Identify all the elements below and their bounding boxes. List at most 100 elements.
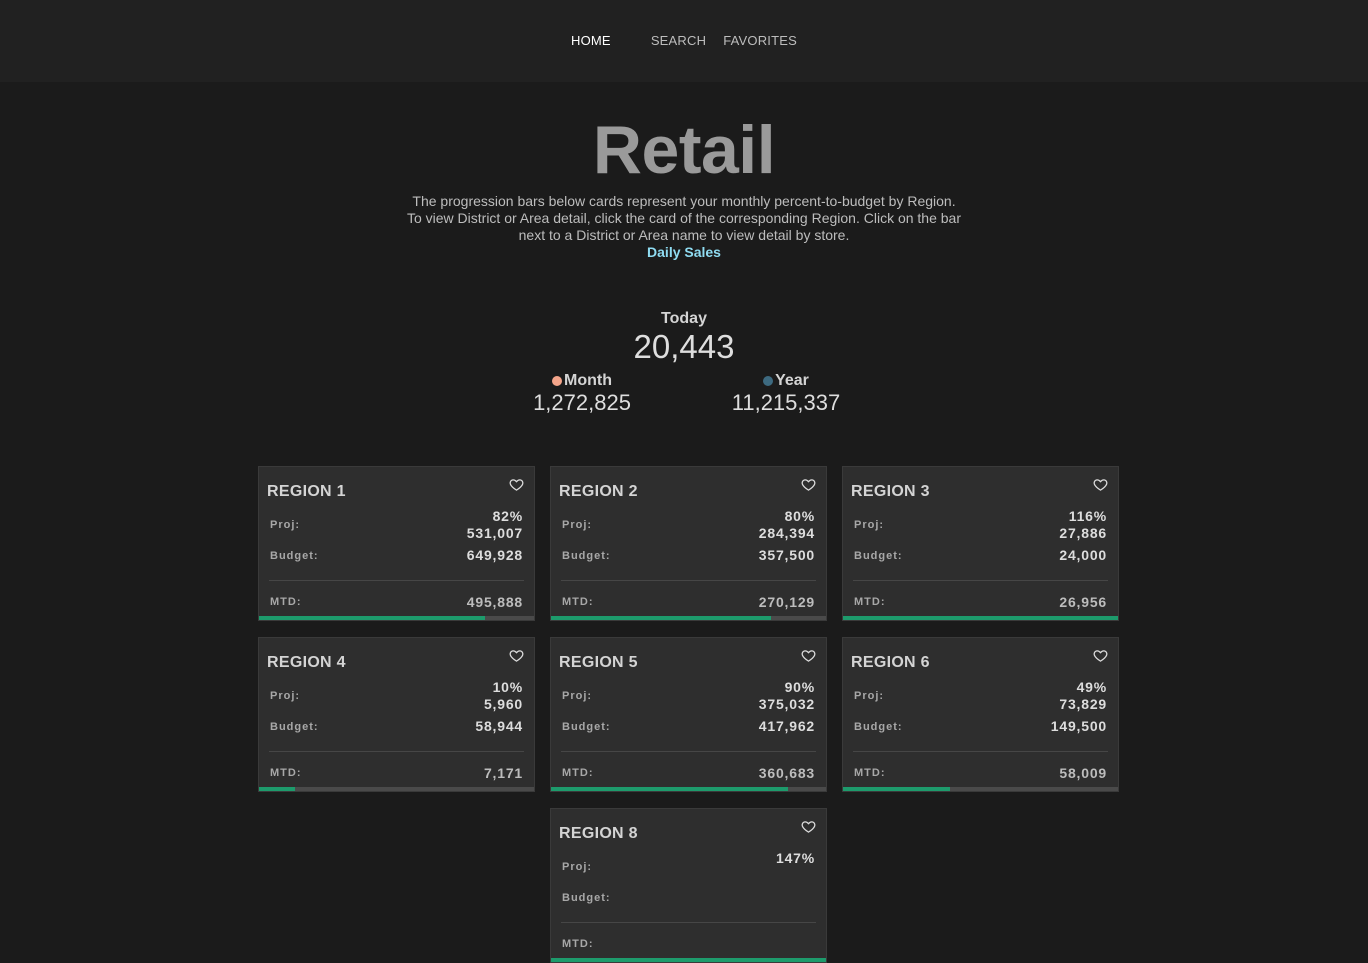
heart-icon[interactable]	[801, 648, 816, 663]
mtd-value: 58,009	[1059, 765, 1107, 781]
progress-bar-fill	[843, 616, 1118, 620]
proj-value: 5,960	[483, 696, 523, 712]
heart-icon[interactable]	[509, 648, 524, 663]
budget-value: 149,500	[1050, 718, 1107, 734]
region-card-5[interactable]: REGION 5 Proj: 90% 375,032 Budget: 417,9…	[550, 637, 827, 792]
region-card-2[interactable]: REGION 2 Proj: 80% 284,394 Budget: 357,5…	[550, 466, 827, 621]
month-value: 1,272,825	[533, 390, 631, 415]
top-navigation: HOME SEARCH FAVORITES	[0, 0, 1368, 82]
mtd-label: MTD:	[562, 938, 594, 950]
proj-value: 375,032	[758, 696, 815, 712]
year-value: 11,215,337	[731, 390, 841, 415]
heart-icon[interactable]	[801, 819, 816, 834]
heart-icon[interactable]	[801, 477, 816, 492]
mtd-label: MTD:	[270, 596, 302, 608]
page-title: Retail	[592, 112, 776, 188]
nav-search-link[interactable]: SEARCH	[651, 33, 706, 48]
mtd-value: 360,683	[758, 765, 815, 781]
proj-label: Proj:	[270, 519, 301, 531]
heart-icon[interactable]	[1093, 477, 1108, 492]
mtd-value: 270,129	[758, 594, 815, 610]
budget-value: 24,000	[1059, 547, 1107, 563]
progress-bar[interactable]	[259, 616, 534, 620]
daily-sales-link[interactable]: Daily Sales	[647, 244, 721, 260]
period-totals-row: Month 1,272,825 Year 11,215,337	[0, 372, 1368, 415]
mtd-label: MTD:	[562, 596, 594, 608]
card-divider	[269, 751, 524, 752]
proj-percent: 147%	[775, 850, 815, 866]
progress-bar-fill	[551, 958, 826, 962]
mtd-label: MTD:	[562, 767, 594, 779]
region-name: REGION 2	[559, 483, 638, 500]
region-name: REGION 5	[559, 654, 638, 671]
progress-bar[interactable]	[843, 787, 1118, 791]
proj-percent: 49%	[1076, 679, 1107, 695]
progress-bar-fill	[843, 787, 951, 791]
progress-bar-fill	[259, 787, 295, 791]
year-total: Year 11,215,337	[686, 372, 886, 415]
region-card-3[interactable]: REGION 3 Proj: 116% 27,886 Budget: 24,00…	[842, 466, 1119, 621]
proj-percent: 80%	[784, 508, 815, 524]
budget-value: 58,944	[475, 718, 523, 734]
region-card-1[interactable]: REGION 1 Proj: 82% 531,007 Budget: 649,9…	[258, 466, 535, 621]
budget-label: Budget:	[270, 550, 319, 562]
progress-bar[interactable]	[551, 787, 826, 791]
budget-label: Budget:	[562, 892, 611, 904]
proj-value: 27,886	[1059, 525, 1107, 541]
proj-label: Proj:	[562, 519, 593, 531]
card-divider	[561, 922, 816, 923]
proj-value: 73,829	[1059, 696, 1107, 712]
card-divider	[561, 751, 816, 752]
budget-value: 649,928	[466, 547, 523, 563]
today-value: 20,443	[633, 328, 735, 365]
budget-label: Budget:	[270, 721, 319, 733]
mtd-label: MTD:	[270, 767, 302, 779]
region-name: REGION 1	[267, 483, 346, 500]
proj-label: Proj:	[562, 861, 593, 873]
proj-percent: 116%	[1068, 508, 1107, 524]
card-divider	[561, 580, 816, 581]
heart-icon[interactable]	[1093, 648, 1108, 663]
progress-bar[interactable]	[843, 616, 1118, 620]
card-divider	[853, 751, 1108, 752]
mtd-value: 7,171	[483, 765, 523, 781]
mtd-value: 495,888	[466, 594, 523, 610]
progress-bar[interactable]	[551, 958, 826, 962]
month-legend-dot	[552, 376, 562, 386]
month-label: Month	[564, 372, 612, 389]
nav-favorites-link[interactable]: FAVORITES	[723, 33, 797, 48]
sales-totals: Today 20,443 Month 1,272,825 Year 11,215…	[0, 310, 1368, 415]
budget-value: 357,500	[758, 547, 815, 563]
nav-home-link[interactable]: HOME	[571, 33, 611, 48]
progress-bar-fill	[551, 787, 788, 791]
region-card-7[interactable]: REGION 8 Proj: 147% Budget: MTD:	[550, 808, 827, 963]
progress-bar[interactable]	[259, 787, 534, 791]
heart-icon[interactable]	[509, 477, 524, 492]
page-description: The progression bars below cards represe…	[406, 193, 962, 243]
mtd-label: MTD:	[854, 767, 886, 779]
progress-bar[interactable]	[551, 616, 826, 620]
proj-percent: 10%	[492, 679, 523, 695]
card-divider	[269, 580, 524, 581]
budget-label: Budget:	[854, 721, 903, 733]
mtd-label: MTD:	[854, 596, 886, 608]
budget-label: Budget:	[562, 721, 611, 733]
region-card-4[interactable]: REGION 4 Proj: 10% 5,960 Budget: 58,944 …	[258, 637, 535, 792]
card-divider	[853, 580, 1108, 581]
proj-percent: 90%	[784, 679, 815, 695]
region-name: REGION 6	[851, 654, 930, 671]
month-total: Month 1,272,825	[482, 372, 682, 415]
region-name: REGION 3	[851, 483, 930, 500]
mtd-value: 26,956	[1059, 594, 1107, 610]
budget-label: Budget:	[562, 550, 611, 562]
proj-percent: 82%	[492, 508, 523, 524]
proj-label: Proj:	[270, 690, 301, 702]
today-label: Today	[661, 310, 707, 327]
region-card-6[interactable]: REGION 6 Proj: 49% 73,829 Budget: 149,50…	[842, 637, 1119, 792]
region-name: REGION 8	[559, 825, 638, 842]
progress-bar-fill	[259, 616, 485, 620]
progress-bar-fill	[551, 616, 771, 620]
proj-label: Proj:	[562, 690, 593, 702]
year-label: Year	[775, 372, 809, 389]
region-cards-grid: REGION 1 Proj: 82% 531,007 Budget: 649,9…	[258, 466, 1120, 963]
